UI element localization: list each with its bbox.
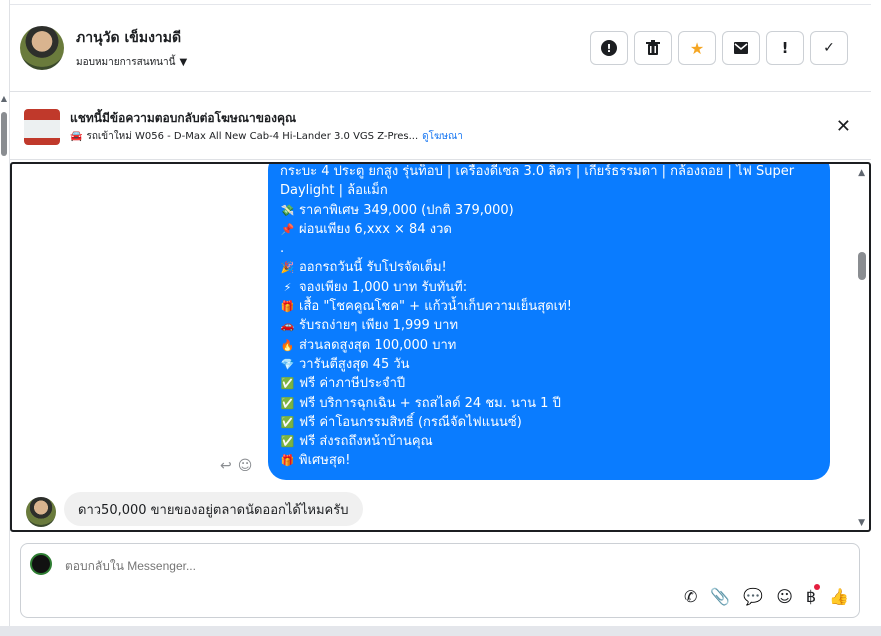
mark-spam-button[interactable]: !: [590, 31, 628, 65]
emoji-icon: 🚗: [280, 319, 295, 333]
emoji-icon: ✅: [280, 435, 295, 449]
emoji-icon: ✅: [280, 396, 295, 410]
ad-thumbnail[interactable]: [24, 109, 60, 145]
message-line: ✅ ฟรี ส่งรถถึงหน้าบ้านคุณ: [280, 432, 818, 451]
message-line-text: จองเพียง 1,000 บาท รับทันที:: [299, 279, 468, 295]
react-smile-icon[interactable]: ☺: [238, 458, 253, 474]
sender-avatar[interactable]: [26, 497, 56, 527]
follow-up-button[interactable]: !: [766, 31, 804, 65]
check-icon: ✓: [823, 40, 835, 56]
scroll-thumb[interactable]: [858, 252, 866, 280]
message-line-text: ออกรถวันนี้ รับโปรจัดเต็ม!: [299, 260, 447, 276]
contact-name[interactable]: ภานุวัด เข็มงามดี: [76, 27, 181, 49]
message-line-text: ผ่อนเพียง 6,xxx × 84 งวด: [299, 221, 452, 237]
emoji-icon: 🎁: [280, 300, 295, 314]
ad-subtitle: รถเข้าใหม่ W056 - D-Max All New Cab-4 Hi…: [86, 131, 419, 142]
message-line-text: พิเศษสุด!: [299, 453, 351, 469]
message-line-text: วารันตีสูงสุด 45 วัน: [299, 356, 410, 372]
emoji-icon: ✅: [280, 415, 295, 429]
trash-icon: [646, 40, 660, 55]
attachment-icon[interactable]: 📎: [710, 587, 730, 606]
bottom-edge: [0, 626, 881, 636]
message-line: 🎁 เสื้อ "โชคคูณโชค" + แก้วน้ำเก็บความเย็น…: [280, 297, 818, 316]
header-actions: ! ★ ! ✓: [590, 31, 848, 65]
scroll-down-icon[interactable]: ▼: [858, 518, 865, 528]
message-line: ✅ ฟรี ค่าภาษีประจำปี: [280, 374, 818, 393]
message-line-text: เสื้อ "โชคคูณโชค" + แก้วน้ำเก็บความเย็นส…: [299, 299, 572, 315]
message-line-text: ฟรี ส่งรถถึงหน้าบ้านคุณ: [299, 434, 433, 450]
composer-tools: ✆ 📎 💬 ☺ ฿ 👍: [684, 584, 849, 606]
emoji-icon: 🔥: [280, 338, 295, 352]
message-line: Daylight | ล้อแม็ก: [280, 181, 818, 200]
incoming-message-bubble[interactable]: ดาว50,000 ขายของอยู่ตลาดนัดออกได้ไหมครับ: [64, 492, 363, 526]
inbox-window: ▲ ภานุวัด เข็มงามดี มอบหมายการสนทนานี้ ▼…: [0, 0, 881, 636]
scroll-up-icon[interactable]: ▲: [0, 94, 8, 104]
reply-input[interactable]: [65, 559, 665, 573]
view-ad-link[interactable]: ดูโฆษณา: [422, 129, 463, 144]
message-line-text: .: [280, 241, 285, 257]
ad-banner-title: แชทนี้มีข้อความตอบกลับต่อโฆษณาของคุณ: [70, 111, 297, 125]
move-to-done-button[interactable]: [722, 31, 760, 65]
message-line-text: ฟรี ค่าโอนกรรมสิทธิ์ (กรณีจัดไฟแนนซ์): [299, 414, 522, 430]
scroll-thumb[interactable]: [1, 112, 7, 156]
emoji-icon: 🎉: [280, 261, 295, 275]
emoji-icon[interactable]: ☺: [776, 587, 793, 606]
ad-subtitle-row: 🚘 รถเข้าใหม่ W056 - D-Max All New Cab-4 …: [70, 129, 463, 144]
assign-conversation-dropdown[interactable]: มอบหมายการสนทนานี้ ▼: [76, 55, 187, 70]
notification-dot: [814, 584, 821, 590]
outgoing-message-bubble[interactable]: กระบะ 4 ประตู ยกสูง รุ่นท็อป | เครื่องดี…: [268, 164, 830, 480]
star-icon: ★: [689, 38, 705, 58]
saved-reply-icon[interactable]: 💬: [743, 587, 763, 606]
message-line: กระบะ 4 ประตู ยกสูง รุ่นท็อป | เครื่องดี…: [280, 164, 818, 181]
delete-button[interactable]: [634, 31, 672, 65]
message-line: 🎉 ออกรถวันนี้ รับโปรจัดเต็ม!: [280, 258, 818, 277]
message-line-text: ฟรี ค่าภาษีประจำปี: [299, 376, 406, 392]
emoji-icon: 💸: [280, 203, 295, 217]
message-line: 🔥 ส่วนลดสูงสุด 100,000 บาท: [280, 336, 818, 355]
payment-icon[interactable]: ฿: [806, 584, 821, 606]
message-line-text: Daylight | ล้อแม็ก: [280, 183, 388, 199]
mail-icon: [734, 42, 748, 54]
message-line: ⚡ จองเพียง 1,000 บาท รับทันที:: [280, 278, 818, 297]
thumbs-up-icon[interactable]: 👍: [829, 587, 849, 606]
message-line-text: ส่วนลดสูงสุด 100,000 บาท: [299, 337, 457, 353]
star-button[interactable]: ★: [678, 31, 716, 65]
message-line: 🎁 พิเศษสุด!: [280, 451, 818, 470]
ad-reply-banner: แชทนี้มีข้อความตอบกลับต่อโฆษณาของคุณ 🚘 ร…: [10, 92, 871, 160]
message-line-text: รับรถง่ายๆ เพียง 1,999 บาท: [299, 318, 459, 334]
exclamation-icon: !: [781, 39, 789, 57]
message-line-text: ราคาพิเศษ 349,000 (ปกติ 379,000): [299, 202, 514, 218]
scroll-up-icon[interactable]: ▲: [858, 168, 865, 178]
car-icon: 🚘: [70, 131, 83, 142]
close-icon[interactable]: ✕: [836, 116, 851, 137]
caret-down-icon: ▼: [179, 57, 188, 68]
left-scrollbar[interactable]: ▲: [0, 0, 10, 636]
reply-icon[interactable]: ↩: [220, 458, 232, 474]
emoji-icon: 💎: [280, 357, 295, 371]
message-line-text: กระบะ 4 ประตู ยกสูง รุ่นท็อป | เครื่องดี…: [280, 164, 795, 179]
message-line: 📌 ผ่อนเพียง 6,xxx × 84 งวด: [280, 220, 818, 239]
message-thread[interactable]: กระบะ 4 ประตู ยกสูง รุ่นท็อป | เครื่องดี…: [10, 162, 871, 532]
message-line: 💎 วารันตีสูงสุด 45 วัน: [280, 355, 818, 374]
message-line-text: ฟรี บริการฉุกเฉิน + รถสไลด์ 24 ชม. นาน 1…: [299, 395, 561, 411]
assign-label: มอบหมายการสนทนานี้: [76, 57, 176, 68]
conversation-header: ภานุวัด เข็มงามดี มอบหมายการสนทนานี้ ▼ !…: [10, 0, 871, 92]
emoji-icon: 📌: [280, 222, 295, 236]
page-avatar: [30, 553, 52, 575]
emoji-icon: 🎁: [280, 454, 295, 468]
reply-composer: ✆ 📎 💬 ☺ ฿ 👍: [20, 543, 860, 618]
emoji-icon: ⚡: [283, 280, 292, 294]
mark-done-button[interactable]: ✓: [810, 31, 848, 65]
alert-circle-icon: !: [601, 40, 617, 56]
message-line: 🚗 รับรถง่ายๆ เพียง 1,999 บาท: [280, 316, 818, 335]
emoji-icon: ✅: [280, 377, 295, 391]
call-add-icon[interactable]: ✆: [684, 587, 697, 606]
message-line: .: [280, 239, 818, 258]
message-line: ✅ ฟรี ค่าโอนกรรมสิทธิ์ (กรณีจัดไฟแนนซ์): [280, 413, 818, 432]
thread-scrollbar[interactable]: ▲ ▼: [853, 164, 869, 530]
message-line: 💸 ราคาพิเศษ 349,000 (ปกติ 379,000): [280, 201, 818, 220]
message-line: ✅ ฟรี บริการฉุกเฉิน + รถสไลด์ 24 ชม. นาน …: [280, 394, 818, 413]
avatar[interactable]: [20, 26, 64, 70]
message-actions: ↩ ☺: [220, 458, 252, 474]
